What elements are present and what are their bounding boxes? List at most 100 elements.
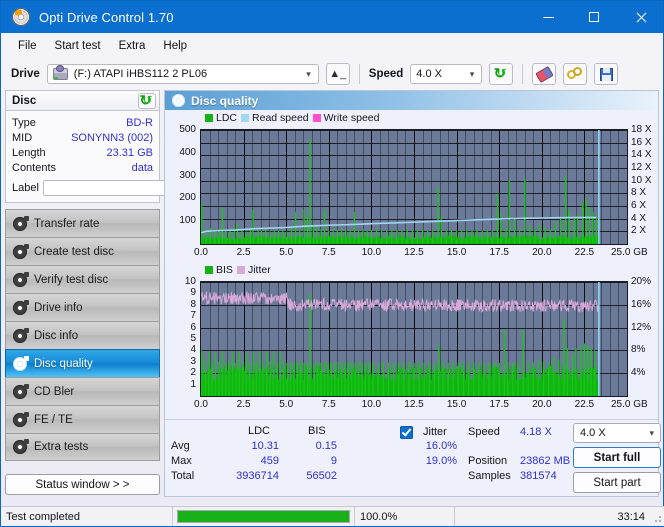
y2-axis-tick: 12% (631, 321, 652, 333)
chart-legend: LDC Read speed Write speed (205, 112, 380, 124)
stats-col-ldc: LDC (248, 425, 271, 437)
menu-item-help[interactable]: Help (154, 37, 196, 55)
sidebar-item-disc-quality[interactable]: Disc quality (5, 349, 160, 377)
status-message: Test completed (1, 507, 173, 526)
legend-item: Jitter (236, 264, 271, 276)
status-window-button[interactable]: Status window > > (5, 474, 160, 495)
status-bar: Test completed 100.0% 33:14 (1, 506, 664, 526)
eject-button[interactable]: ▲_ (325, 63, 350, 85)
stats-position-label: Position (468, 455, 508, 467)
close-icon (635, 12, 646, 23)
sidebar-item-label: CD Bler (34, 385, 75, 398)
save-button[interactable] (594, 63, 619, 85)
maximize-button[interactable] (571, 1, 617, 33)
sidebar-item-transfer-rate[interactable]: Transfer rate (5, 209, 160, 237)
main-body: Disc Type BD-R MID SONYNN3 (002) Length … (1, 90, 663, 497)
eject-icon: ▲_ (329, 67, 347, 80)
disc-refresh-button[interactable] (138, 92, 156, 109)
disc-verify-icon (13, 271, 29, 287)
y-axis-tick: 9 (190, 287, 196, 299)
sidebar-item-disc-info[interactable]: Disc info (5, 321, 160, 349)
disc-label-key: Label (12, 181, 39, 194)
jitter-checkbox[interactable] (400, 426, 413, 439)
menu-bar: File Start test Extra Help (1, 33, 663, 58)
stats-bis-avg: 0.15 (315, 440, 337, 452)
progress-percent: 100.0% (354, 507, 454, 526)
chart-series (201, 282, 600, 396)
erase-button[interactable] (532, 63, 557, 85)
erase-icon (535, 65, 554, 83)
sidebar: Disc Type BD-R MID SONYNN3 (002) Length … (5, 90, 212, 497)
y-axis-tick: 200 (179, 192, 196, 204)
tools-icon (567, 67, 583, 81)
toolbar: Drive (F:) ATAPI iHBS112 2 PL06 ▾ ▲_ Spe… (1, 58, 663, 90)
resize-grip-icon[interactable] (652, 513, 662, 523)
start-part-button[interactable]: Start part (573, 472, 661, 493)
sidebar-item-extra-tests[interactable]: Extra tests (5, 433, 160, 461)
legend-swatch (205, 114, 213, 122)
refresh-icon (140, 94, 155, 108)
disc-row-key: Length (12, 146, 46, 159)
y2-axis-tick: 2 X (631, 225, 647, 237)
speed-select[interactable]: 4.0 X ▾ (410, 64, 483, 84)
progress-fill (178, 511, 349, 522)
disc-bler-icon (13, 383, 29, 399)
disc-row-length: Length 23.31 GB (12, 145, 153, 160)
menu-item-extra[interactable]: Extra (110, 37, 155, 55)
x-axis-tick: 12.5 (404, 399, 424, 410)
window-title: Opti Drive Control 1.70 (39, 9, 174, 25)
chart-bis-jitter: BIS Jitter 1 2 3 4 5 6 7 8 9 10 4% 8% 12% 16% 20% 0.0 2.5 5… (165, 263, 658, 415)
y2-axis-tick: 20% (631, 276, 652, 287)
disc-label-row: Label (12, 178, 212, 197)
toolbar-divider-2 (522, 64, 524, 84)
stats-jitter-max: 19.0% (425, 455, 457, 467)
y2-axis-tick: 16 X (631, 136, 652, 148)
sidebar-item-label: Verify test disc (34, 273, 109, 286)
app-window: Opti Drive Control 1.70 File Start test … (0, 0, 664, 527)
sidebar-item-drive-info[interactable]: Drive info (5, 293, 160, 321)
series-bis (201, 293, 600, 396)
x-axis-tick: 25.0 GB (611, 247, 648, 258)
plot-area (200, 129, 628, 245)
y2-axis-tick: 8 X (631, 187, 647, 199)
y-axis-tick: 7 (190, 310, 196, 322)
y2-axis-tick: 16% (631, 298, 652, 310)
disc-row-type: Type BD-R (12, 115, 153, 130)
stats-bis-total: 56502 (306, 470, 337, 482)
menu-item-start-test[interactable]: Start test (46, 37, 110, 55)
legend-label: LDC (216, 112, 238, 124)
legend-label: BIS (216, 264, 233, 276)
minimize-button[interactable] (525, 1, 571, 33)
sidebar-item-cd-bler[interactable]: CD Bler (5, 377, 160, 405)
refresh-button[interactable] (489, 63, 514, 85)
chart-series (201, 130, 600, 244)
legend-label: Jitter (247, 264, 271, 276)
plot-area (200, 281, 628, 397)
status-window-wrap: Status window > > (5, 474, 160, 497)
disc-quality-icon (172, 94, 185, 107)
sidebar-item-fe-te[interactable]: FE / TE (5, 405, 160, 433)
disc-panel-header: Disc (5, 90, 160, 110)
y-axis-tick: 10 (184, 276, 196, 287)
stats-col-bis: BIS (308, 425, 326, 437)
disc-row-value: SONYNN3 (002) (71, 131, 153, 144)
drive-select[interactable]: (F:) ATAPI iHBS112 2 PL06 ▾ (46, 64, 319, 84)
content-panel: Disc quality LDC Read speed Write speed 100… (164, 90, 661, 497)
sidebar-item-create-test-disc[interactable]: Create test disc (5, 237, 160, 265)
y-axis-tick: 2 (190, 367, 196, 379)
disc-info-icon (13, 327, 29, 343)
x-axis-tick: 25.0 GB (611, 399, 648, 410)
y-axis-tick: 6 (190, 321, 196, 333)
progress-track (177, 510, 350, 523)
close-button[interactable] (617, 1, 663, 33)
sidebar-item-label: Disc info (34, 329, 79, 342)
test-speed-select[interactable]: 4.0 X ▾ (573, 423, 661, 443)
stats-ldc-total: 3936714 (236, 470, 279, 482)
tools-button[interactable] (563, 63, 588, 85)
sidebar-item-label: FE / TE (34, 413, 73, 426)
sidebar-item-verify-test-disc[interactable]: Verify test disc (5, 265, 160, 293)
progress-bar (173, 507, 354, 526)
disc-row-value: BD-R (126, 116, 153, 129)
menu-item-file[interactable]: File (9, 37, 46, 55)
start-full-button[interactable]: Start full (573, 447, 661, 468)
